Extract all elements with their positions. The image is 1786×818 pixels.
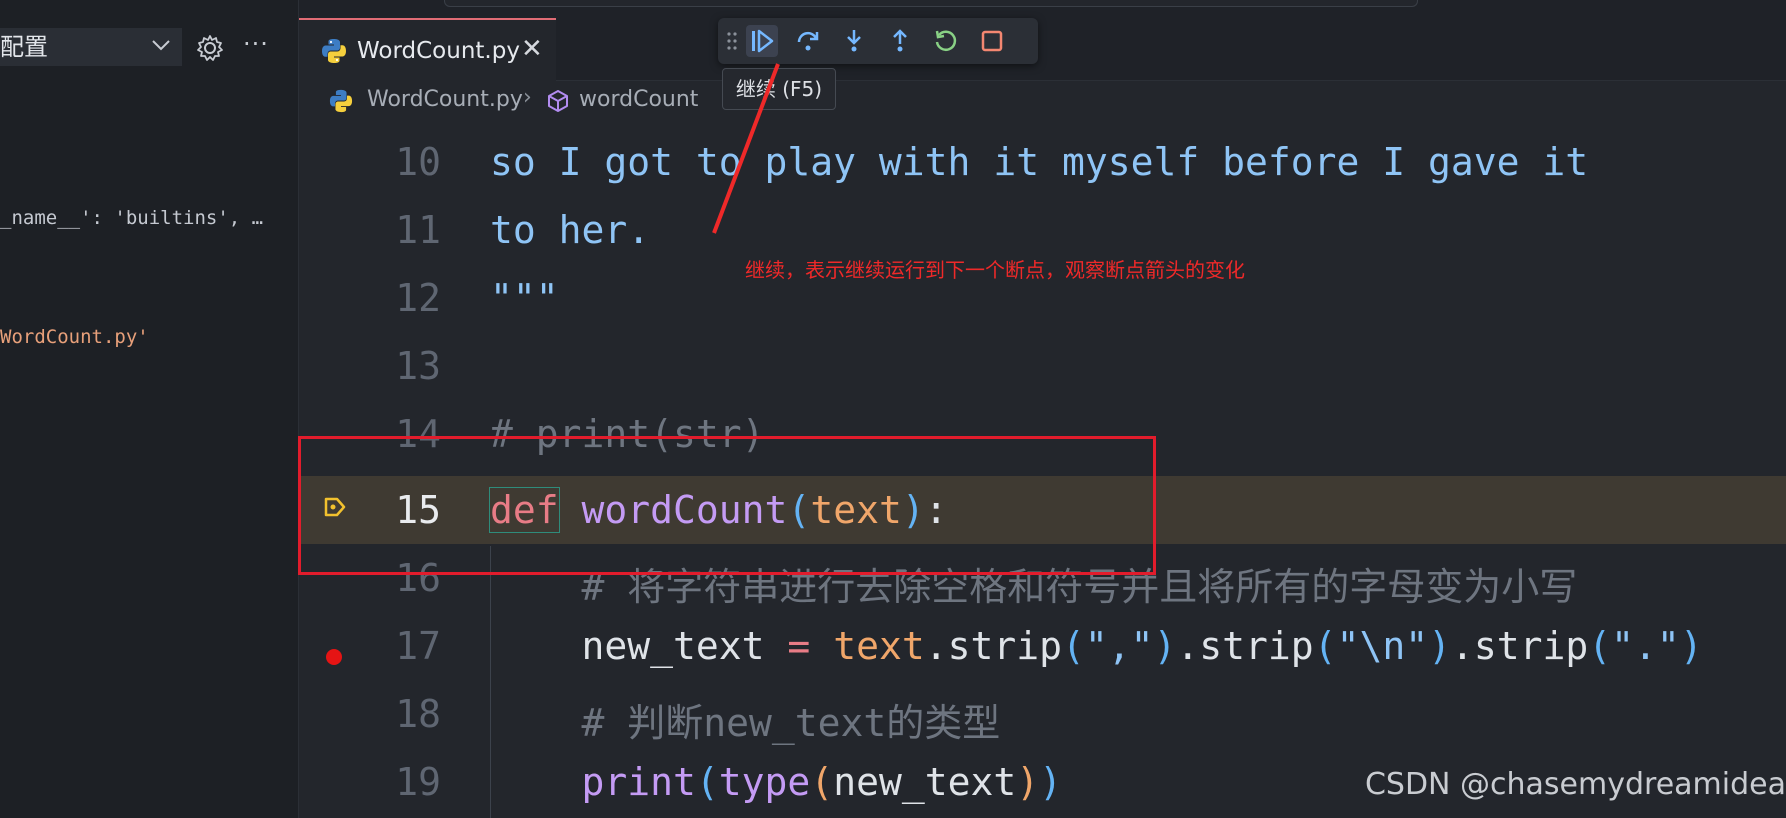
restart-button[interactable] xyxy=(930,25,962,57)
code-token: "." xyxy=(1611,624,1680,668)
debug-toolbar xyxy=(718,18,1038,64)
step-out-button[interactable] xyxy=(884,25,916,57)
python-file-icon xyxy=(322,39,346,63)
step-out-icon xyxy=(893,29,907,52)
line-number: 13 xyxy=(395,344,441,388)
stop-button[interactable] xyxy=(976,25,1008,57)
continue-button[interactable] xyxy=(746,25,778,57)
code-token: ( xyxy=(1062,624,1085,668)
python-file-icon xyxy=(329,89,353,113)
line-text: # 判断new_text的类型 xyxy=(490,701,1001,745)
step-over-icon xyxy=(797,31,819,51)
annotation-note: 继续，表示继续运行到下一个断点，观察断点箭头的变化 xyxy=(745,258,1245,282)
line-number: 10 xyxy=(395,140,441,184)
sidebar-header: 配置 ··· xyxy=(0,0,298,100)
annotation-arrow-line xyxy=(712,63,780,234)
restart-icon xyxy=(935,30,957,51)
step-over-button[interactable] xyxy=(792,25,824,57)
code-token: ) xyxy=(1679,624,1703,668)
code-token: "\n" xyxy=(1336,624,1429,668)
tab-label: WordCount.py xyxy=(357,38,520,64)
code-token: text xyxy=(833,624,925,668)
editor-tab-bar: WordCount.py ✕ xyxy=(299,14,1786,82)
code-token: ( xyxy=(1588,624,1612,668)
code-token: ) xyxy=(1016,760,1040,804)
line-text: to her. xyxy=(490,208,651,252)
line-text: """ xyxy=(490,276,559,320)
tab-wordcount-py[interactable]: WordCount.py ✕ xyxy=(299,18,556,82)
breadcrumb-file[interactable]: WordCount.py xyxy=(367,87,523,112)
code-token: ( xyxy=(1313,624,1337,668)
breakpoint-icon[interactable] xyxy=(326,649,342,665)
launch-config-select[interactable]: 配置 xyxy=(0,28,182,66)
code-token: ) xyxy=(1153,624,1177,668)
continue-icon xyxy=(752,29,774,53)
breadcrumb: WordCount.py › wordCount xyxy=(299,81,1786,123)
code-line: 18 # 判断new_text的类型 xyxy=(299,680,1786,748)
line-number: 11 xyxy=(395,208,441,252)
line-text: print(type(new_text)) xyxy=(581,760,1063,804)
code-line: 17 new_text = text.strip(",").strip("\n"… xyxy=(299,612,1786,680)
gear-icon[interactable] xyxy=(196,34,224,62)
code-line: 13 xyxy=(299,332,1786,400)
code-token: "," xyxy=(1084,624,1154,668)
code-token: ) xyxy=(1428,624,1451,668)
code-token: = xyxy=(787,624,811,668)
close-icon[interactable]: ✕ xyxy=(521,34,543,64)
line-text: so I got to play with it myself before I… xyxy=(490,140,1589,184)
code-token: ) xyxy=(1039,760,1063,804)
debug-sidebar: 配置 ··· _name__': 'builtins', … WordCount… xyxy=(0,0,299,818)
breadcrumb-separator: › xyxy=(523,85,532,110)
watermark: CSDN @chasemydreamidea xyxy=(1364,767,1786,802)
line-number: 18 xyxy=(395,692,441,736)
command-center-edge xyxy=(444,0,1418,7)
line-number: 17 xyxy=(395,624,441,668)
code-token: type xyxy=(718,760,811,804)
stop-icon xyxy=(981,30,1003,52)
step-into-button[interactable] xyxy=(838,25,870,57)
symbol-method-icon xyxy=(548,90,568,112)
annotation-highlight-box xyxy=(298,436,1156,575)
step-into-icon xyxy=(847,30,861,52)
variable-entry[interactable]: WordCount.py' xyxy=(0,326,149,348)
code-line: 10 so I got to play with it myself befor… xyxy=(299,128,1786,196)
line-number: 12 xyxy=(395,276,441,320)
line-number: 19 xyxy=(395,760,441,804)
line-text: new_text = text.strip(",").strip("\n").s… xyxy=(490,624,1703,668)
code-token: ( xyxy=(810,760,834,804)
breadcrumb-symbol[interactable]: wordCount xyxy=(579,87,698,112)
more-actions-icon[interactable]: ··· xyxy=(243,30,269,58)
chevron-down-icon xyxy=(152,40,170,51)
code-token: print xyxy=(581,760,696,804)
drag-handle-icon[interactable] xyxy=(726,30,738,52)
code-token: ( xyxy=(695,760,719,804)
variable-entry[interactable]: _name__': 'builtins', … xyxy=(0,207,263,229)
launch-config-label: 配置 xyxy=(0,33,48,61)
